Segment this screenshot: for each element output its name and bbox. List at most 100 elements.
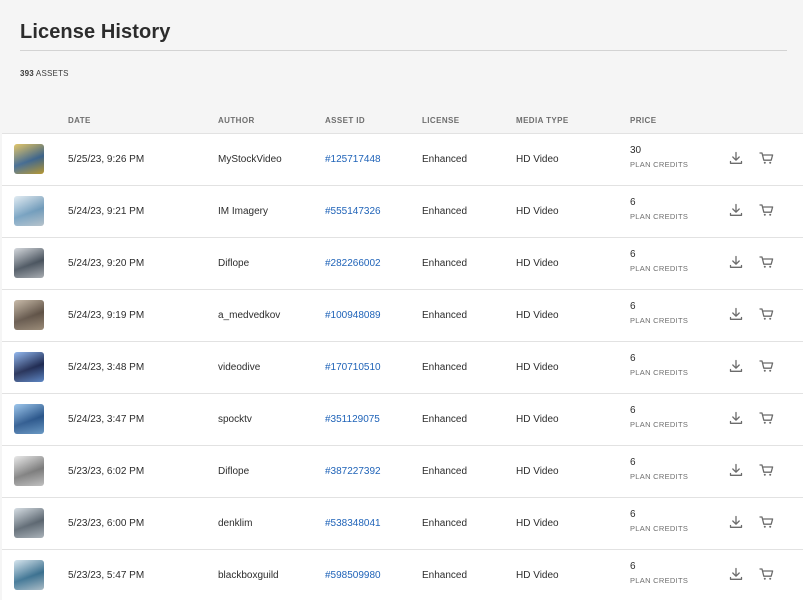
cart-icon[interactable] bbox=[759, 463, 775, 479]
asset-count-label: ASSETS bbox=[33, 69, 69, 78]
asset-thumbnail[interactable] bbox=[14, 300, 44, 330]
license-type: Enhanced bbox=[422, 206, 468, 217]
asset-id-link[interactable]: #351129075 bbox=[325, 394, 380, 445]
price: 6 PLAN CREDITS bbox=[630, 456, 688, 483]
table-row: 5/24/23, 9:20 PM Diflope #282266002 Enha… bbox=[2, 238, 803, 290]
asset-id-link[interactable]: #100948089 bbox=[325, 290, 381, 341]
media-type: HD Video bbox=[516, 570, 559, 581]
download-icon[interactable] bbox=[729, 567, 745, 583]
author-name: a_medvedkov bbox=[218, 310, 281, 321]
author-name: MyStockVideo bbox=[218, 154, 282, 165]
asset-thumbnail[interactable] bbox=[14, 508, 44, 538]
asset-thumbnail[interactable] bbox=[14, 352, 44, 382]
asset-thumbnail[interactable] bbox=[14, 456, 44, 486]
license-table: DATE AUTHOR ASSET ID LICENSE MEDIA TYPE … bbox=[2, 106, 803, 600]
asset-thumbnail[interactable] bbox=[14, 144, 44, 174]
license-type: Enhanced bbox=[422, 518, 468, 529]
table-row: 5/23/23, 6:00 PM denklim #538348041 Enha… bbox=[2, 498, 803, 550]
download-icon[interactable] bbox=[729, 203, 745, 219]
author-name: blackboxguild bbox=[218, 570, 279, 581]
price-value: 30 bbox=[630, 145, 642, 156]
download-icon[interactable] bbox=[729, 151, 745, 167]
license-date: 5/23/23, 6:02 PM bbox=[68, 466, 145, 477]
media-type: HD Video bbox=[516, 258, 559, 269]
license-type: Enhanced bbox=[422, 414, 468, 425]
asset-id-link[interactable]: #538348041 bbox=[325, 498, 381, 549]
license-date: 5/24/23, 9:20 PM bbox=[68, 258, 145, 269]
price-value: 6 bbox=[630, 509, 636, 520]
asset-id-link[interactable]: #387227392 bbox=[325, 446, 381, 497]
table-header: DATE AUTHOR ASSET ID LICENSE MEDIA TYPE … bbox=[2, 106, 803, 133]
column-header-media-type[interactable]: MEDIA TYPE bbox=[516, 116, 569, 125]
license-type: Enhanced bbox=[422, 466, 468, 477]
column-header-license[interactable]: LICENSE bbox=[422, 116, 459, 125]
cart-icon[interactable] bbox=[759, 567, 775, 583]
column-header-price[interactable]: PRICE bbox=[630, 116, 656, 125]
license-type: Enhanced bbox=[422, 310, 468, 321]
price-unit: PLAN CREDITS bbox=[630, 420, 689, 429]
asset-thumbnail[interactable] bbox=[14, 196, 44, 226]
column-header-author[interactable]: AUTHOR bbox=[218, 116, 255, 125]
price-unit: PLAN CREDITS bbox=[630, 316, 689, 325]
cart-icon[interactable] bbox=[759, 255, 775, 271]
price-unit: PLAN CREDITS bbox=[630, 368, 689, 377]
cart-icon[interactable] bbox=[759, 411, 775, 427]
table-row: 5/24/23, 9:19 PM a_medvedkov #100948089 … bbox=[2, 290, 803, 342]
license-date: 5/23/23, 6:00 PM bbox=[68, 518, 145, 529]
media-type: HD Video bbox=[516, 206, 559, 217]
table-body: 5/25/23, 9:26 PM MyStockVideo #125717448… bbox=[2, 133, 803, 600]
download-icon[interactable] bbox=[729, 307, 745, 323]
cart-icon[interactable] bbox=[759, 203, 775, 219]
license-date: 5/25/23, 9:26 PM bbox=[68, 154, 145, 165]
price-value: 6 bbox=[630, 561, 636, 572]
cart-icon[interactable] bbox=[759, 307, 775, 323]
price-unit: PLAN CREDITS bbox=[630, 524, 689, 533]
media-type: HD Video bbox=[516, 362, 559, 373]
asset-thumbnail[interactable] bbox=[14, 560, 44, 590]
price-value: 6 bbox=[630, 353, 636, 364]
price-value: 6 bbox=[630, 405, 636, 416]
license-history-page: License History 393 ASSETS DATE AUTHOR A… bbox=[0, 0, 803, 600]
media-type: HD Video bbox=[516, 154, 559, 165]
license-type: Enhanced bbox=[422, 570, 468, 581]
cart-icon[interactable] bbox=[759, 515, 775, 531]
download-icon[interactable] bbox=[729, 255, 745, 271]
price: 6 PLAN CREDITS bbox=[630, 196, 688, 223]
column-header-asset-id[interactable]: ASSET ID bbox=[325, 116, 365, 125]
asset-count: 393 ASSETS bbox=[20, 69, 787, 78]
title-divider bbox=[20, 50, 787, 51]
download-icon[interactable] bbox=[729, 359, 745, 375]
asset-id-link[interactable]: #170710510 bbox=[325, 342, 381, 393]
price-unit: PLAN CREDITS bbox=[630, 576, 689, 585]
asset-thumbnail[interactable] bbox=[14, 404, 44, 434]
asset-id-link[interactable]: #282266002 bbox=[325, 238, 381, 289]
asset-thumbnail[interactable] bbox=[14, 248, 44, 278]
author-name: Diflope bbox=[218, 466, 250, 477]
cart-icon[interactable] bbox=[759, 359, 775, 375]
price-unit: PLAN CREDITS bbox=[630, 264, 689, 273]
asset-id-link[interactable]: #555147326 bbox=[325, 186, 381, 237]
media-type: HD Video bbox=[516, 414, 559, 425]
asset-id-link[interactable]: #125717448 bbox=[325, 134, 381, 185]
price-value: 6 bbox=[630, 457, 636, 468]
download-icon[interactable] bbox=[729, 463, 745, 479]
price: 6 PLAN CREDITS bbox=[630, 404, 688, 431]
table-row: 5/24/23, 9:21 PM IM Imagery #555147326 E… bbox=[2, 186, 803, 238]
column-header-date[interactable]: DATE bbox=[68, 116, 91, 125]
table-row: 5/24/23, 3:48 PM videodive #170710510 En… bbox=[2, 342, 803, 394]
download-icon[interactable] bbox=[729, 411, 745, 427]
license-type: Enhanced bbox=[422, 362, 468, 373]
table-row: 5/23/23, 5:47 PM blackboxguild #59850998… bbox=[2, 550, 803, 600]
license-date: 5/24/23, 3:47 PM bbox=[68, 414, 145, 425]
cart-icon[interactable] bbox=[759, 151, 775, 167]
author-name: IM Imagery bbox=[218, 206, 269, 217]
price: 6 PLAN CREDITS bbox=[630, 352, 688, 379]
price: 6 PLAN CREDITS bbox=[630, 300, 688, 327]
media-type: HD Video bbox=[516, 310, 559, 321]
asset-id-link[interactable]: #598509980 bbox=[325, 550, 381, 600]
table-row: 5/23/23, 6:02 PM Diflope #387227392 Enha… bbox=[2, 446, 803, 498]
price: 6 PLAN CREDITS bbox=[630, 560, 688, 587]
media-type: HD Video bbox=[516, 466, 559, 477]
download-icon[interactable] bbox=[729, 515, 745, 531]
price-value: 6 bbox=[630, 249, 636, 260]
